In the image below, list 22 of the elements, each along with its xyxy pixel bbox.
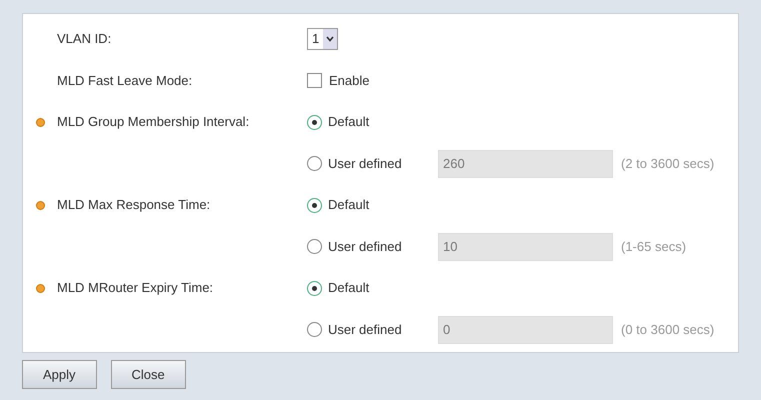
form-button[interactable]: Apply xyxy=(22,360,97,389)
vlan-select[interactable]: 1 xyxy=(307,28,338,50)
range-hint: (2 to 3600 secs) xyxy=(621,154,714,173)
checkbox-label: Enable xyxy=(329,72,370,90)
checkbox[interactable] xyxy=(307,73,322,88)
range-hint: (1-65 secs) xyxy=(621,238,686,256)
field-label: MLD Max Response Time: xyxy=(57,196,210,214)
radio-label: Default xyxy=(328,279,370,298)
radio-button[interactable] xyxy=(307,280,322,296)
field-label: MLD Fast Leave Mode: xyxy=(57,72,192,90)
radio-label: Default xyxy=(328,113,370,132)
field-label: MLD Group Membership Interval: xyxy=(57,113,250,132)
range-hint: (0 to 3600 secs) xyxy=(621,320,714,339)
field-label: VLAN ID: xyxy=(57,30,112,48)
radio-label: User defined xyxy=(328,320,403,339)
radio-label: Default xyxy=(328,196,370,214)
radio-label: User defined xyxy=(328,154,403,173)
radio-button[interactable] xyxy=(307,114,322,130)
field-label: MLD MRouter Expiry Time: xyxy=(57,279,214,298)
radio-label: User defined xyxy=(328,238,403,256)
form-button[interactable]: Close xyxy=(110,360,186,389)
radio-button[interactable] xyxy=(307,198,322,212)
